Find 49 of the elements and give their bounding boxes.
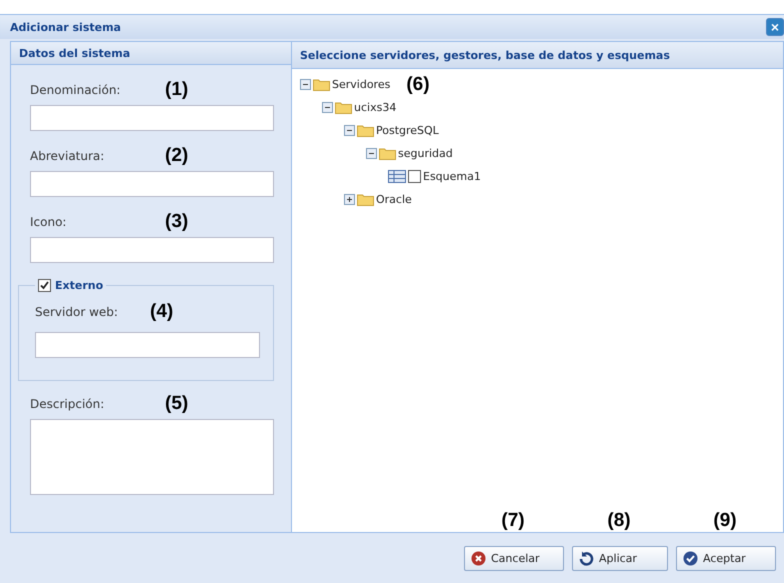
field-label: Servidor web: — [35, 305, 119, 319]
input-field[interactable] — [30, 105, 274, 131]
minus-icon[interactable] — [300, 79, 311, 90]
checkbox[interactable] — [408, 170, 421, 183]
annotation-number: (9) — [713, 510, 737, 532]
folder-icon — [335, 101, 352, 114]
annotation-number: (6) — [406, 74, 430, 96]
tree-node-label[interactable]: Esquema1 — [423, 170, 481, 183]
panel-title: Seleccione servidores, gestores, base de datos y esquemas — [292, 42, 783, 69]
tree-node-label[interactable]: ucixs34 — [354, 101, 396, 114]
minus-icon[interactable] — [366, 148, 377, 159]
tree-node-label[interactable]: Oracle — [376, 193, 412, 206]
annotation-number: (7) — [501, 510, 525, 532]
minus-icon[interactable] — [322, 102, 333, 113]
textarea-field[interactable] — [30, 419, 274, 495]
field-label: Abreviatura: — [30, 149, 106, 163]
dialog-button[interactable]: Aceptar — [676, 546, 776, 570]
dialog-button[interactable]: Aplicar — [572, 546, 668, 570]
annotation-number: (5) — [165, 393, 188, 415]
plus-icon[interactable] — [344, 194, 355, 205]
tree-node-label[interactable]: seguridad — [398, 147, 453, 160]
dialog-button[interactable]: Cancelar — [464, 546, 564, 570]
check-icon — [683, 550, 698, 566]
annotation-number: (8) — [607, 510, 631, 532]
annotation-number: (1) — [165, 79, 188, 101]
panel-title: Datos del sistema — [11, 42, 291, 65]
close-icon — [471, 550, 486, 566]
annotation-number: (4) — [150, 301, 174, 323]
folder-icon — [313, 78, 330, 91]
table-icon — [388, 170, 406, 183]
tree-node-label[interactable]: PostgreSQL — [376, 124, 439, 137]
folder-icon — [357, 124, 374, 137]
window-title: Adicionar sistema — [10, 20, 121, 34]
input-field[interactable] — [30, 171, 274, 197]
checkbox[interactable] — [38, 279, 51, 292]
tree-node-label[interactable]: Servidores — [332, 78, 390, 91]
input-field[interactable] — [30, 237, 274, 263]
annotation-number: (2) — [165, 145, 188, 167]
annotation-number: (3) — [165, 211, 188, 233]
field-label: Descripción: — [30, 397, 106, 411]
field-label: Denominación: — [30, 83, 122, 97]
folder-icon — [379, 147, 396, 160]
refresh-icon — [579, 550, 594, 566]
checkbox-label: Externo — [55, 279, 104, 292]
minus-icon[interactable] — [344, 125, 355, 136]
input-field[interactable] — [35, 332, 260, 358]
folder-icon — [357, 193, 374, 206]
close-button[interactable]: × — [766, 18, 784, 36]
field-label: Icono: — [30, 215, 68, 229]
